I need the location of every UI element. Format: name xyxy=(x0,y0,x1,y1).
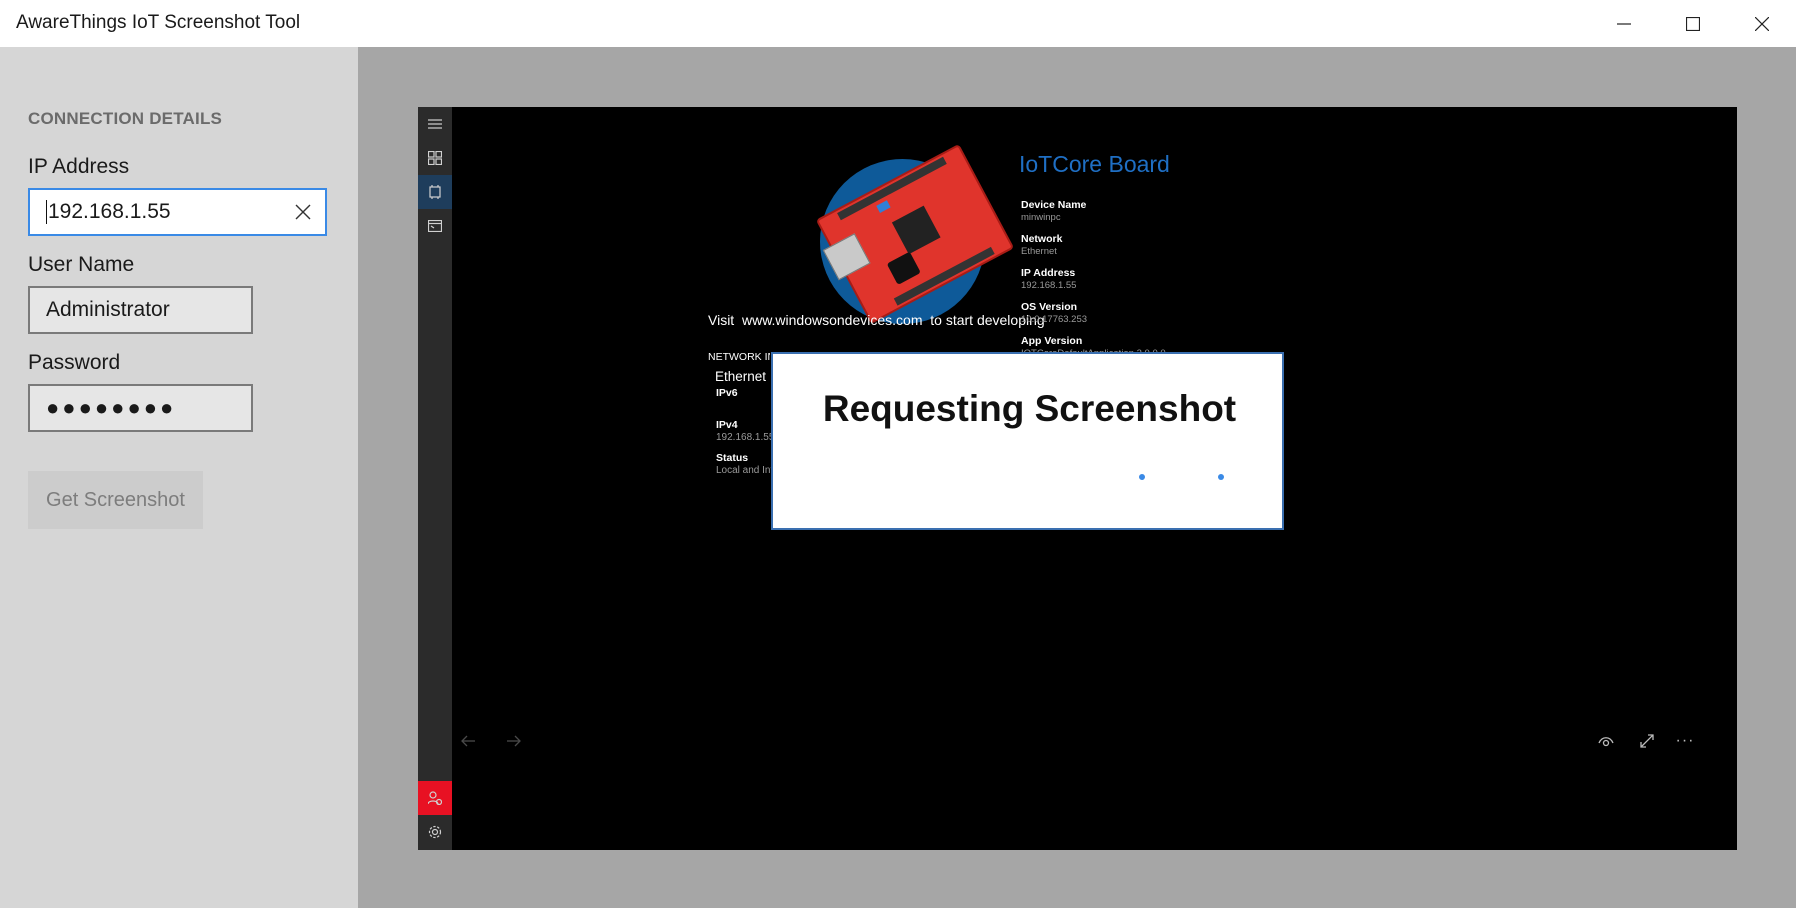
user-alert-icon[interactable] xyxy=(418,781,452,815)
apps-grid-icon[interactable] xyxy=(418,141,452,175)
section-title: CONNECTION DETAILS xyxy=(28,109,223,128)
ip-address-info-value: 192.168.1.55 xyxy=(1021,280,1077,291)
ip-address-value: 192.168.1.55 xyxy=(48,200,171,223)
close-icon xyxy=(295,204,311,220)
clear-input-button[interactable] xyxy=(295,202,315,222)
network-name: Ethernet xyxy=(715,369,767,384)
connection-panel: CONNECTION DETAILS IP Address 192.168.1.… xyxy=(0,47,358,908)
command-line-icon[interactable] xyxy=(418,209,452,243)
ipv6-label: IPv6 xyxy=(716,387,738,399)
network-value: Ethernet xyxy=(1021,246,1057,257)
device-info-icon[interactable] xyxy=(418,175,452,209)
progress-dot xyxy=(1139,474,1145,480)
back-arrow-icon[interactable] xyxy=(454,727,482,755)
ip-address-info-label: IP Address xyxy=(1021,267,1076,279)
more-options-icon[interactable]: ··· xyxy=(1671,727,1699,755)
get-screenshot-button[interactable]: Get Screenshot xyxy=(28,471,203,529)
password-input[interactable]: ●●●●●●●● xyxy=(28,384,253,432)
status-label: Status xyxy=(716,452,749,464)
user-name-input[interactable]: Administrator xyxy=(28,286,253,334)
ipv4-value: 192.168.1.55 xyxy=(716,432,772,443)
ip-address-input[interactable]: 192.168.1.55 xyxy=(28,188,327,236)
close-icon xyxy=(1755,16,1769,31)
ipv4-label: IPv4 xyxy=(716,419,738,431)
title-bar: AwareThings IoT Screenshot Tool xyxy=(0,0,1796,47)
user-name-label: User Name xyxy=(28,253,135,276)
progress-dot xyxy=(1218,474,1224,480)
network-info-heading: NETWORK INFORMATION xyxy=(708,351,770,363)
hamburger-menu-icon[interactable] xyxy=(418,107,452,141)
app-window: AwareThings IoT Screenshot Tool CONNECTI… xyxy=(0,0,1796,908)
network-label: Network xyxy=(1021,233,1063,245)
visit-message: Visit www.windowsondevices.com to start … xyxy=(708,312,1045,328)
device-name-label: Device Name xyxy=(1021,199,1087,211)
device-nav-rail xyxy=(418,107,452,850)
eye-icon[interactable] xyxy=(1592,727,1620,755)
app-version-label: App Version xyxy=(1021,335,1083,347)
requesting-screenshot-dialog: Requesting Screenshot xyxy=(771,352,1284,530)
os-version-label: OS Version xyxy=(1021,301,1078,313)
ip-address-label: IP Address xyxy=(28,155,130,178)
dialog-title: Requesting Screenshot xyxy=(822,388,1237,429)
settings-gear-icon[interactable] xyxy=(418,815,452,849)
password-mask: ●●●●●●●● xyxy=(46,395,177,420)
close-button[interactable] xyxy=(1728,0,1796,47)
password-label: Password xyxy=(28,351,121,374)
status-value: Local and Internet xyxy=(716,465,772,476)
forward-arrow-icon[interactable] xyxy=(500,727,528,755)
fullscreen-icon[interactable] xyxy=(1633,727,1661,755)
maximize-icon xyxy=(1686,16,1700,31)
os-version-value: 10.0.17763.253 xyxy=(1021,314,1088,325)
device-screen: Visit www.windowsondevices.com to start … xyxy=(418,107,1737,850)
text-caret xyxy=(46,200,47,224)
user-name-value: Administrator xyxy=(46,298,170,321)
maximize-button[interactable] xyxy=(1659,0,1727,47)
minimize-icon xyxy=(1617,22,1631,25)
minimize-button[interactable] xyxy=(1590,0,1658,47)
screenshot-area: Visit www.windowsondevices.com to start … xyxy=(358,47,1796,908)
app-title: AwareThings IoT Screenshot Tool xyxy=(16,12,301,33)
device-name-value: minwinpc xyxy=(1021,212,1061,223)
board-title: IoTCore Board xyxy=(1019,151,1170,177)
